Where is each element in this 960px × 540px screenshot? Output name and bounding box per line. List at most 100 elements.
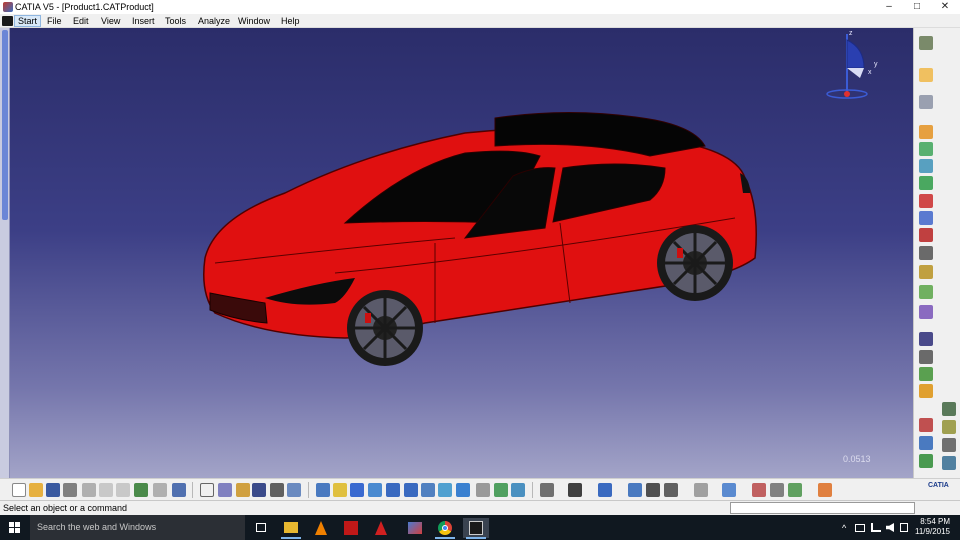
menu-help[interactable]: Help [278,15,303,27]
fly-mode-icon[interactable] [287,483,301,497]
select-icon[interactable] [919,68,933,82]
constraint-icon[interactable] [919,265,933,279]
replace-icon[interactable] [919,176,933,190]
minimize-button[interactable]: – [875,0,903,14]
compass-icon[interactable] [770,483,784,497]
fit-all-icon[interactable] [316,483,330,497]
component-icon[interactable] [919,125,933,139]
zoom-out-icon[interactable] [386,483,400,497]
new-part-icon[interactable] [919,142,933,156]
coincidence-icon[interactable] [919,305,933,319]
save-icon[interactable] [46,483,60,497]
section-icon[interactable] [694,483,708,497]
close-button[interactable]: ✕ [931,0,959,14]
knowledge-icon[interactable] [252,483,266,497]
file-explorer-icon[interactable] [278,518,304,539]
catalog-icon[interactable] [236,483,250,497]
tray-up-arrow-icon[interactable]: ^ [842,523,846,533]
tray-network-icon[interactable] [871,523,881,532]
paste-icon[interactable] [116,483,130,497]
tray-notification-icon[interactable] [855,524,865,532]
print-icon[interactable] [63,483,77,497]
undo-icon[interactable] [134,483,148,497]
hide-show-icon[interactable] [456,483,470,497]
assembly-icon[interactable] [919,36,933,50]
quick-constraint-icon[interactable] [942,402,956,416]
menu-tools[interactable]: Tools [162,15,189,27]
multi-instantiation-icon[interactable] [919,246,933,260]
shading-icon[interactable] [494,483,508,497]
grid-icon[interactable] [788,483,802,497]
chrome-icon[interactable] [432,518,458,539]
open-icon[interactable] [29,483,43,497]
car-3d-model[interactable] [195,98,765,378]
table-icon[interactable] [270,483,284,497]
normal-view-icon[interactable] [404,483,418,497]
catia-v5-taskbar-icon[interactable] [463,518,489,539]
maximize-button[interactable]: □ [903,0,931,14]
task-view-icon[interactable] [248,518,274,538]
document-menu-icon[interactable] [2,16,13,26]
formula-icon[interactable] [200,483,214,497]
catia-app-icon[interactable] [3,2,13,12]
flexible-icon[interactable] [919,418,933,432]
pan-icon[interactable] [333,483,347,497]
iso-view-icon[interactable] [421,483,435,497]
snap-icon[interactable] [628,483,642,497]
menu-view[interactable]: View [98,15,123,27]
view-mode-icon[interactable] [438,483,452,497]
whats-this-icon[interactable] [172,483,186,497]
menu-file[interactable]: File [44,15,65,27]
existing-component-icon[interactable] [919,159,933,173]
copy-icon[interactable] [99,483,113,497]
new-icon[interactable] [12,483,26,497]
render-icon[interactable] [722,483,736,497]
redo-icon[interactable] [153,483,167,497]
bill-of-material-icon[interactable] [919,228,933,242]
menu-insert[interactable]: Insert [129,15,158,27]
angle-icon[interactable] [919,367,933,381]
tree-scroll-handle[interactable] [2,30,8,220]
constraint-icon[interactable] [646,483,660,497]
catia-launcher-icon[interactable] [402,518,428,538]
capture-icon[interactable] [540,483,554,497]
menu-analyze[interactable]: Analyze [195,15,233,27]
snap-icon[interactable] [942,456,956,470]
change-constraint-icon[interactable] [942,420,956,434]
measure-icon[interactable] [511,483,525,497]
manipulate-icon[interactable] [664,483,678,497]
compass-icon[interactable]: z x y [820,28,880,103]
rotate-icon[interactable] [350,483,364,497]
contact-icon[interactable] [919,332,933,346]
product-icon[interactable] [919,95,933,109]
manipulation-icon[interactable] [919,454,933,468]
swap-space-icon[interactable] [476,483,490,497]
fix-together-icon[interactable] [919,384,933,398]
reuse-pattern-icon[interactable] [919,436,933,450]
tray-keyboard-icon[interactable] [900,523,908,532]
solidworks-icon[interactable] [338,518,364,538]
menu-edit[interactable]: Edit [70,15,92,27]
specification-tree-strip[interactable] [0,28,10,478]
3d-viewport[interactable]: z x y 0.0513 [0,28,913,478]
vlc-icon[interactable] [308,518,334,538]
command-input[interactable] [730,502,915,514]
windows-start-icon[interactable] [0,515,30,540]
zoom-in-icon[interactable] [368,483,382,497]
update-icon[interactable] [568,483,582,497]
clash-icon[interactable] [752,483,766,497]
comment-icon[interactable] [218,483,232,497]
fix-icon[interactable] [919,285,933,299]
graph-tree-icon[interactable] [919,194,933,208]
menu-window[interactable]: Window [235,15,273,27]
tray-clock[interactable]: 8:54 PM 11/9/2015 [910,517,950,537]
offset-icon[interactable] [919,350,933,364]
cut-icon[interactable] [82,483,96,497]
tray-volume-icon[interactable] [886,523,894,532]
menu-start[interactable]: Start [14,15,42,27]
move-icon[interactable] [598,483,612,497]
generate-numbering-icon[interactable] [919,211,933,225]
explode-icon[interactable] [942,438,956,452]
catalog-browser-icon[interactable] [818,483,832,497]
autocad-icon[interactable] [368,518,394,538]
